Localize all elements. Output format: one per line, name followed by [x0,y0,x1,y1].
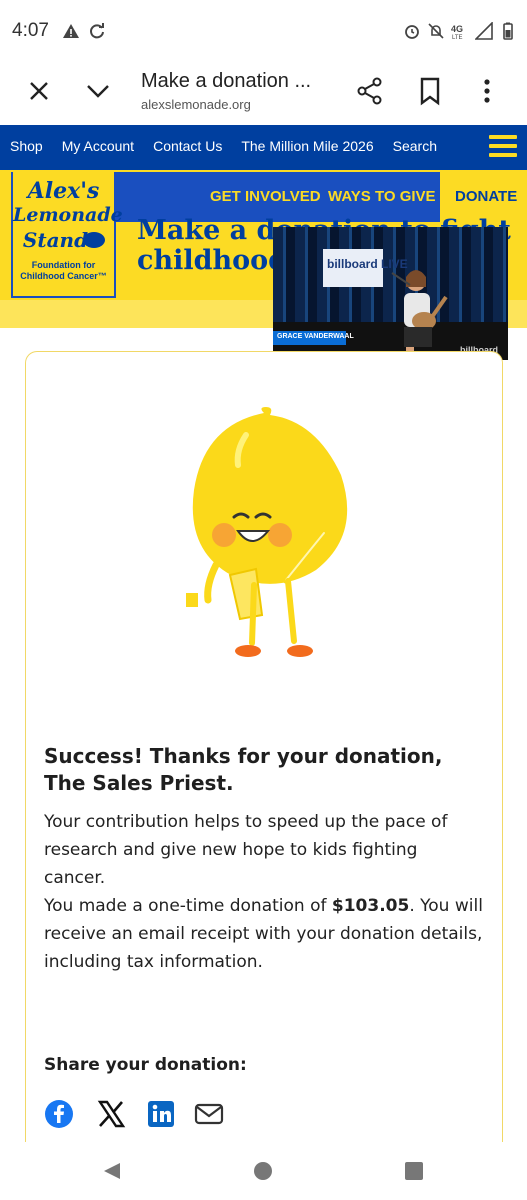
share-label: Share your donation: [44,1055,247,1075]
status-bar: 4:07 4G LTE [0,0,527,62]
donate-button[interactable]: DONATE [443,172,527,222]
bookmark-icon[interactable] [417,76,443,106]
video-caption-text: GRACE VANDERWAAL [277,333,354,340]
hamburger-menu-icon[interactable] [489,135,517,158]
floating-video-player[interactable]: billboard LIVE GRACE VANDERWAAL billboar… [273,227,508,360]
contribution-message: Your contribution helps to speed up the … [44,812,448,888]
logo-line-lemonade: Lemonade [13,204,123,226]
android-navigation-bar [0,1142,527,1200]
nav-link-my-account[interactable]: My Account [62,138,134,154]
share-icon[interactable] [356,76,384,106]
site-logo[interactable]: Alex's Lemonade Stand Foundation for Chi… [11,172,123,298]
logo-lemon-icon [83,232,105,248]
x-icon[interactable] [96,1099,126,1129]
email-icon[interactable] [194,1099,224,1129]
sync-icon [90,23,104,39]
browser-toolbar: Make a donation ... alexslemonade.org [0,62,527,124]
mute-icon [428,23,444,39]
nav-link-contact-us[interactable]: Contact Us [153,138,222,154]
video-caption-bar: GRACE VANDERWAAL [273,331,354,345]
nav-ways-to-give[interactable]: WAYS TO GIVE [328,188,436,205]
secondary-nav: GET INVOLVED WAYS TO GIVE [108,172,440,222]
video-performer-figure [391,270,448,359]
facebook-icon[interactable] [44,1099,74,1129]
lemon-character-illustration [186,407,348,657]
chevron-down-icon[interactable] [84,78,112,104]
share-icon-row [44,1099,244,1131]
nav-link-search[interactable]: Search [393,138,437,154]
back-icon[interactable] [102,1161,122,1181]
close-icon[interactable] [26,78,52,104]
logo-line-alexs: Alex's [27,178,100,204]
logo-tagline-1: Foundation for [31,260,96,270]
svg-text:LTE: LTE [452,35,463,40]
nav-get-involved[interactable]: GET INVOLVED [210,188,321,205]
battery-icon [503,22,513,40]
nav-link-million-mile[interactable]: The Million Mile 2026 [241,138,373,154]
recent-apps-icon[interactable] [405,1162,423,1180]
nav-link-shop[interactable]: Shop [10,138,43,154]
donate-label: DONATE [455,188,518,205]
logo-tagline-2: Childhood Cancer™ [20,271,107,281]
browser-page-title: Make a donation ... [141,70,312,92]
donation-receipt-message: You made a one-time donation of $103.05.… [44,892,484,976]
receipt-text-prefix: You made a one-time donation of [44,896,332,916]
svg-text:4G: 4G [451,24,463,34]
linkedin-icon[interactable] [146,1099,176,1129]
success-heading: Success! Thanks for your donation, The S… [44,744,443,795]
warning-icon [63,24,79,38]
site-top-nav: Shop My Account Contact Us The Million M… [0,125,527,170]
home-icon[interactable] [254,1162,272,1180]
alarm-icon [405,25,419,39]
donation-amount: $103.05 [331,896,410,916]
status-time: 4:07 [12,20,49,41]
more-options-icon[interactable] [475,76,499,106]
browser-url[interactable]: alexslemonade.org [141,97,251,112]
signal-icon [475,22,493,40]
4g-lte-icon: 4GLTE [451,24,463,40]
